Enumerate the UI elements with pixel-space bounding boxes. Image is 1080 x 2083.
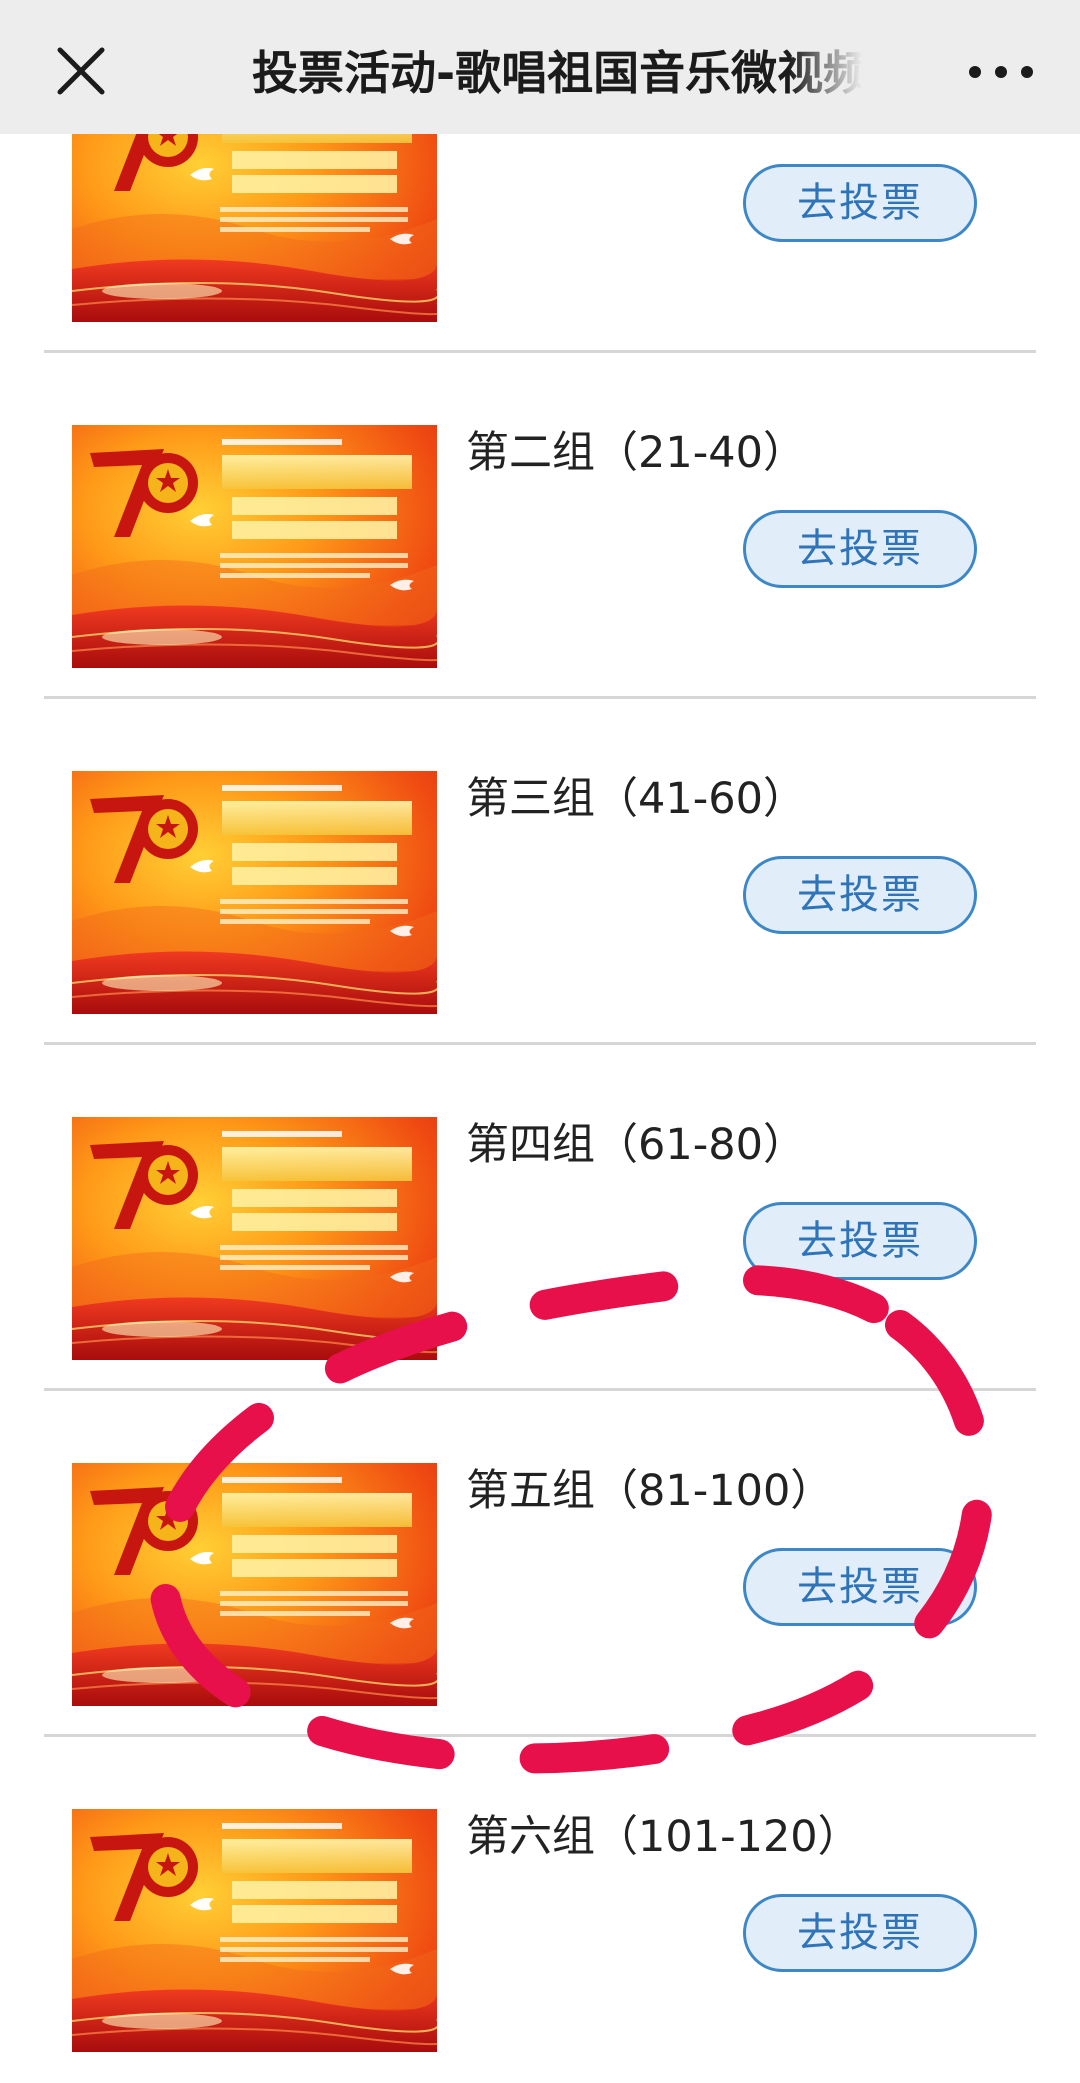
list-item: 第五组（81-100） 去投票 [0, 1391, 1080, 1737]
list-item: 第二组（21-40） 去投票 [0, 353, 1080, 699]
vote-button[interactable]: 去投票 [743, 510, 977, 588]
vote-button[interactable]: 去投票 [743, 1548, 977, 1626]
vote-button[interactable]: 去投票 [743, 1202, 977, 1280]
banner-image [72, 771, 437, 1014]
group-label: 第二组（21-40） [466, 428, 806, 478]
group-label: 第三组（41-60） [466, 774, 806, 824]
vote-button[interactable]: 去投票 [743, 856, 977, 934]
close-button[interactable] [50, 40, 112, 102]
vote-button[interactable]: 去投票 [743, 164, 977, 242]
banner-image [72, 1463, 437, 1706]
group-label: 第五组（81-100） [466, 1466, 834, 1516]
list-item: 第六组（101-120） 去投票 [0, 1737, 1080, 2083]
banner-image [72, 425, 437, 668]
more-icon [969, 66, 1033, 78]
page-title: 投票活动-歌唱祖国音乐微视频展播暨评选活动 [252, 46, 862, 100]
group-label: 第六组（101-120） [466, 1812, 861, 1862]
group-label: 第四组（61-80） [466, 1120, 806, 1170]
list-item: 第四组（61-80） 去投票 [0, 1045, 1080, 1391]
close-icon [57, 47, 105, 95]
banner-image [72, 1117, 437, 1360]
more-button[interactable] [966, 48, 1036, 96]
navigation-bar: 投票活动-歌唱祖国音乐微视频展播暨评选活动 [0, 0, 1080, 134]
vote-button[interactable]: 去投票 [743, 1894, 977, 1972]
banner-image [72, 1809, 437, 2052]
list-item: 第三组（41-60） 去投票 [0, 699, 1080, 1045]
